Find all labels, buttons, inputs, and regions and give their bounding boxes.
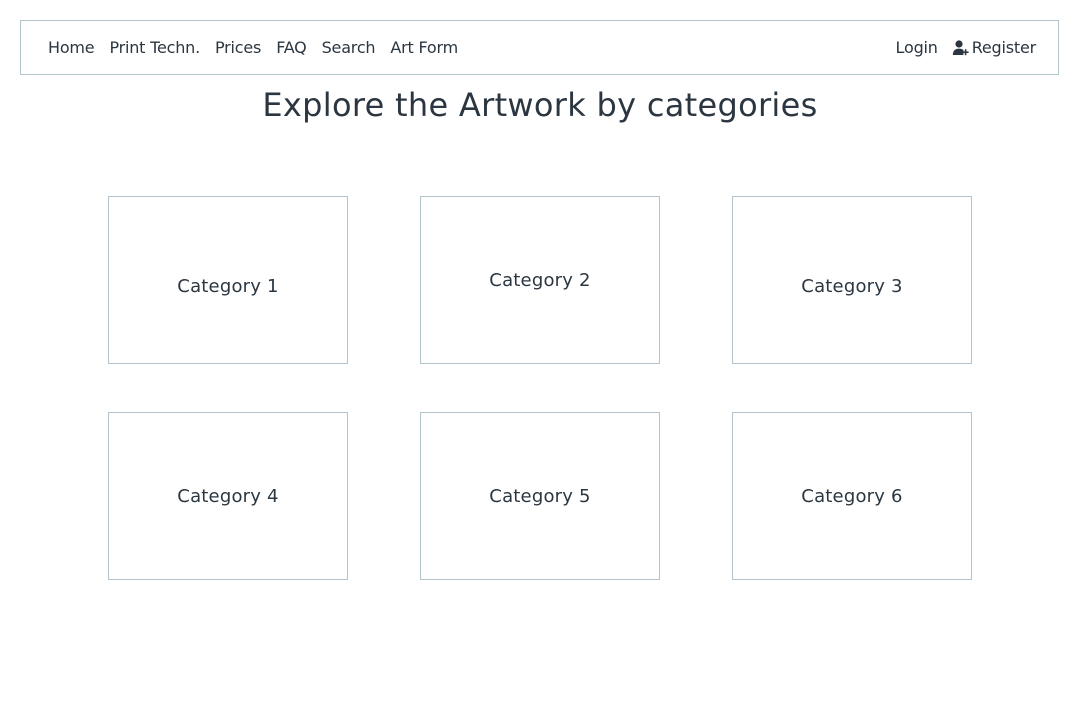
category-label: Category 4 bbox=[177, 485, 279, 507]
category-label: Category 1 bbox=[177, 275, 279, 297]
category-card-5[interactable]: Category 5 bbox=[420, 412, 660, 580]
category-card-1[interactable]: Category 1 bbox=[108, 196, 348, 364]
category-card-4[interactable]: Category 4 bbox=[108, 412, 348, 580]
page-title: Explore the Artwork by categories bbox=[262, 86, 818, 124]
category-grid: Category 1 Category 2 Category 3 Categor… bbox=[108, 196, 972, 580]
user-plus-icon bbox=[952, 40, 969, 56]
nav-art-form-link[interactable]: Art Form bbox=[390, 38, 458, 57]
category-label: Category 6 bbox=[801, 485, 903, 507]
register-link[interactable]: Register bbox=[952, 38, 1036, 57]
nav-print-techn-link[interactable]: Print Techn. bbox=[109, 38, 200, 57]
register-label: Register bbox=[971, 38, 1036, 57]
category-label: Category 5 bbox=[489, 485, 591, 507]
login-link[interactable]: Login bbox=[896, 38, 938, 57]
nav-links: Home Print Techn. Prices FAQ Search Art … bbox=[48, 38, 458, 57]
top-navbar: Home Print Techn. Prices FAQ Search Art … bbox=[20, 20, 1059, 75]
category-card-6[interactable]: Category 6 bbox=[732, 412, 972, 580]
nav-prices-link[interactable]: Prices bbox=[215, 38, 261, 57]
nav-faq-link[interactable]: FAQ bbox=[276, 38, 307, 57]
category-label: Category 3 bbox=[801, 275, 903, 297]
nav-home-link[interactable]: Home bbox=[48, 38, 95, 57]
category-card-3[interactable]: Category 3 bbox=[732, 196, 972, 364]
category-card-2[interactable]: Category 2 bbox=[420, 196, 660, 364]
nav-search-link[interactable]: Search bbox=[322, 38, 376, 57]
nav-auth-links: Login Register bbox=[896, 38, 1037, 57]
category-label: Category 2 bbox=[489, 269, 591, 291]
